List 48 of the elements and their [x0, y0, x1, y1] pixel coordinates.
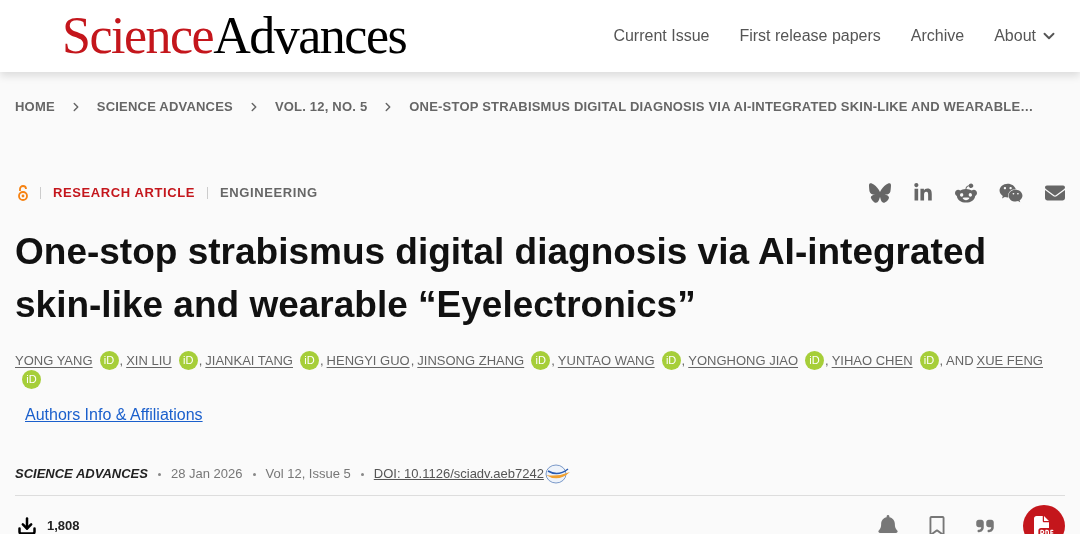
nav-dropdown[interactable]: About: [994, 24, 1058, 48]
journal-name: SCIENCE ADVANCES: [15, 465, 148, 484]
nav-link[interactable]: Archive: [910, 24, 965, 48]
article-type: RESEARCH ARTICLE: [53, 183, 195, 202]
download-count: 1,808: [47, 516, 80, 534]
author-link[interactable]: YIHAO CHEN: [831, 350, 913, 370]
breadcrumb-link[interactable]: HOME: [15, 97, 55, 117]
author-link[interactable]: XIN LIU: [126, 350, 172, 370]
reddit-icon[interactable]: [955, 181, 977, 204]
author-separator: , AND: [939, 351, 974, 370]
author-link[interactable]: YONG YANG: [15, 350, 93, 370]
download-icon: [17, 515, 37, 534]
dot-separator-icon: [157, 472, 161, 476]
bell-icon[interactable]: [877, 514, 899, 534]
breadcrumb-link[interactable]: ONE-STOP STRABISMUS DIGITAL DIAGNOSIS VIA AI-INTEGRATED SKIN-LIKE AND WEARABLE…: [409, 97, 1034, 117]
site-logo[interactable]: ScienceAdvances: [62, 10, 407, 62]
bookmark-icon[interactable]: [927, 515, 947, 534]
pdf-button[interactable]: [1023, 504, 1065, 534]
author-link[interactable]: YUNTAO WANG: [557, 350, 655, 370]
author-link[interactable]: HENGYI GUO: [326, 350, 410, 370]
author-separator: ,: [319, 351, 324, 370]
publication-date: 28 Jan 2026: [170, 465, 243, 484]
nav-link[interactable]: First release papers: [739, 24, 881, 48]
author-separator: ,: [198, 351, 203, 370]
pdf-file-icon: [1034, 515, 1054, 534]
author-link[interactable]: XUE FENG: [976, 350, 1043, 370]
author-link[interactable]: JINSONG ZHANG: [417, 350, 525, 370]
open-access-icon: [18, 184, 28, 201]
dot-separator-icon: [360, 472, 364, 476]
author-separator: ,: [681, 351, 686, 370]
butterfly-icon[interactable]: [869, 181, 891, 204]
author-separator: ,: [119, 351, 124, 370]
globe-icon[interactable]: [543, 463, 572, 485]
author-link[interactable]: YONGHONG JIAO: [688, 350, 799, 370]
author-separator: ,: [551, 351, 555, 370]
dot-separator-icon: [252, 472, 256, 476]
linkedin-icon[interactable]: [913, 182, 933, 203]
nav-link[interactable]: Current Issue: [613, 24, 710, 48]
article-title: One-stop strabismus digital diagnosis via AI-integrated skin-like and wearable “Eyelectronics”: [15, 229, 988, 327]
breadcrumb-link[interactable]: SCIENCE ADVANCES: [96, 97, 233, 117]
author-separator: ,: [410, 351, 415, 370]
issue-info: Vol 12, Issue 5: [265, 465, 351, 484]
article-subject[interactable]: ENGINEERING: [220, 182, 318, 203]
author-separator: ,: [825, 351, 829, 370]
breadcrumb-link[interactable]: VOL. 12, NO. 5: [274, 97, 368, 117]
author-link[interactable]: JIANKAI TANG: [205, 350, 293, 370]
doi-link[interactable]: DOI: 10.1126/sciadv.aeb7242: [373, 464, 544, 484]
affiliations-link[interactable]: Authors Info & Affiliations: [25, 403, 203, 427]
